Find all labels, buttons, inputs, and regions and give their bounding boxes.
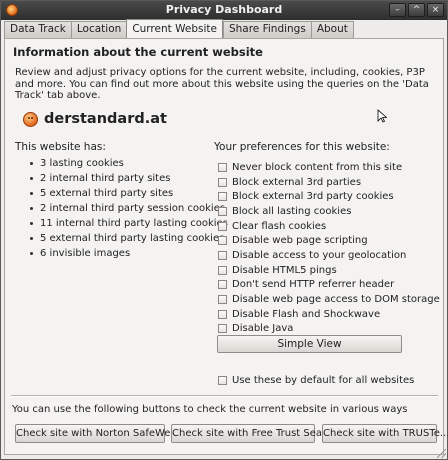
tab-about[interactable]: About [310,21,354,38]
tab-share-findings[interactable]: Share Findings [222,21,311,38]
privacy-dashboard-window: Privacy Dashboard – ^ × Data Track Locat… [0,0,448,460]
pref-never-block[interactable]: Never block content from this site [218,160,440,175]
check-norton-safeweb-button[interactable]: Check site with Norton SafeWeb... [15,424,186,443]
checkbox[interactable] [218,309,227,319]
checkbox[interactable] [218,324,227,334]
list-item: 11 internal third party lasting cookies [28,217,228,232]
checkbox-label: Clear flash cookies [232,220,327,232]
pref-disable-dom-storage[interactable]: Disable web page access to DOM storage [218,292,440,307]
website-stats-list: 3 lasting cookies 2 internal third party… [28,157,228,262]
checkbox[interactable] [218,250,227,260]
window-title: Privacy Dashboard [165,3,283,16]
checkbox[interactable] [218,236,227,246]
checkbox-label: Block all lasting cookies [232,205,352,217]
checkbox-label: Never block content from this site [232,161,403,173]
checkbox[interactable] [218,177,227,187]
check-site-description: You can use the following buttons to che… [12,404,408,415]
pref-block-external-3rd-party-cookies[interactable]: Block external 3rd party cookies [218,189,440,204]
list-item: 2 internal third party session cookies [28,202,228,217]
preferences-title: Your preferences for this website: [214,141,390,153]
site-status-icon [23,111,38,127]
tab-location[interactable]: Location [70,21,127,38]
check-free-trust-seal-button[interactable]: Check site with Free Trust Seal... [171,424,334,443]
list-item: 2 internal third party sites [28,172,228,187]
simple-view-button[interactable]: Simple View [217,335,402,353]
checkbox-label: Disable web page scripting [232,235,368,247]
checkbox-label: Block external 3rd party cookies [232,191,394,203]
checkbox-label: Disable HTML5 pings [232,264,337,276]
close-button[interactable]: × [427,3,444,17]
checkbox[interactable] [218,221,227,231]
tab-data-track[interactable]: Data Track [4,21,71,38]
checkbox-label: Don't send HTTP referrer header [232,279,395,291]
pref-block-external-3rd-parties[interactable]: Block external 3rd parties [218,175,440,190]
pref-disable-geolocation[interactable]: Disable access to your geolocation [218,248,440,263]
checkbox-label: Disable Flash and Shockwave [232,308,381,320]
tab-bar: Data Track Location Current Website Shar… [4,19,354,38]
divider [11,395,438,397]
title-bar[interactable]: Privacy Dashboard – ^ × [1,1,447,20]
checkbox-label: Disable web page access to DOM storage [232,294,440,306]
list-item: 6 invisible images [28,247,228,262]
checkbox-label: Disable Java [232,323,294,335]
pref-disable-scripting[interactable]: Disable web page scripting [218,233,440,248]
list-item: 5 external third party lasting cookies [28,232,228,247]
list-item: 5 external third party sites [28,187,228,202]
pref-clear-flash-cookies[interactable]: Clear flash cookies [218,219,440,234]
window-controls: – ^ × [389,3,444,17]
checkbox[interactable] [218,192,227,202]
pref-disable-html5-pings[interactable]: Disable HTML5 pings [218,263,440,278]
mouse-cursor-icon [377,109,387,123]
minimize-button[interactable]: – [389,3,406,17]
checkbox-label: Disable access to your geolocation [232,249,407,261]
pref-block-all-lasting-cookies[interactable]: Block all lasting cookies [218,204,440,219]
default-for-all-option[interactable]: Use these by default for all websites [218,375,414,386]
checkbox[interactable] [218,162,227,172]
checkbox-label: Block external 3rd parties [232,176,362,188]
checkbox[interactable] [218,376,227,385]
checkbox[interactable] [218,295,227,305]
checkbox[interactable] [218,265,227,275]
section-heading: Information about the current website [13,45,263,59]
pref-no-referrer-header[interactable]: Don't send HTTP referrer header [218,278,440,293]
intro-text: Review and adjust privacy options for th… [15,67,429,101]
resize-grip-icon[interactable] [437,449,446,458]
preferences-list: Never block content from this site Block… [218,160,440,336]
maximize-button[interactable]: ^ [408,3,425,17]
site-name: derstandard.at [44,111,167,127]
pref-disable-flash-shockwave[interactable]: Disable Flash and Shockwave [218,307,440,322]
tab-current-website[interactable]: Current Website [126,19,223,38]
list-item: 3 lasting cookies [28,157,228,172]
current-website-panel: Information about the current website Re… [4,38,448,455]
site-header: derstandard.at [23,109,167,129]
checkbox[interactable] [218,280,227,290]
check-truste-button[interactable]: Check site with TRUSTe... [322,424,448,443]
checkbox-label: Use these by default for all websites [232,375,415,386]
website-has-title: This website has: [15,141,106,153]
checkbox[interactable] [218,206,227,216]
